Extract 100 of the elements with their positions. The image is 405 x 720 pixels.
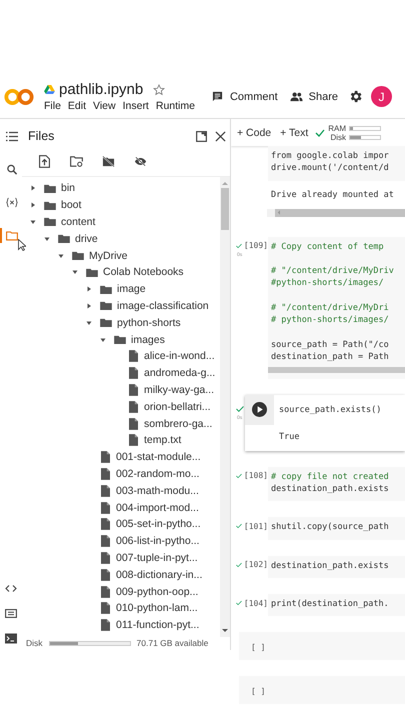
file-tree-name[interactable]: 004-import-mod... [116,502,199,514]
add-code-button[interactable]: + Code [233,126,276,138]
horizontal-scrollbar[interactable] [268,366,405,373]
expand-arrow-icon[interactable] [30,202,36,208]
scroll-down-arrow-icon[interactable] [222,629,228,633]
file-tree-name[interactable]: 003-math-modu... [116,484,199,497]
people-icon[interactable] [290,91,303,102]
user-avatar[interactable]: J [371,86,392,107]
file-tree-name[interactable]: bin [61,182,76,194]
file-tree-name[interactable]: andromeda-g... [144,367,216,380]
file-tree-name[interactable]: 007-tuple-in-pyt... [116,552,198,564]
file-tree-name[interactable]: images [131,334,165,346]
folder-icon [44,184,56,193]
search-icon[interactable] [6,164,18,175]
scrollbar-thumb[interactable] [221,188,229,230]
refresh-folder-icon[interactable] [70,155,83,168]
terminal-icon[interactable] [5,633,17,644]
folder-icon [58,234,70,244]
menu-item[interactable]: Edit [68,100,86,112]
file-tree-name[interactable]: drive [75,232,98,245]
upload-icon[interactable] [38,155,51,168]
file-tree-name[interactable]: python-shorts [117,316,181,329]
expand-arrow-icon[interactable] [86,320,92,326]
file-icon [129,400,138,413]
share-button[interactable]: Share [288,90,340,102]
file-tree-name[interactable]: 008-dictionary-in... [116,568,202,581]
expand-arrow-icon[interactable] [30,218,36,225]
expand-arrow-icon[interactable] [100,336,106,343]
file-icon [129,434,138,446]
new-window-icon[interactable] [196,130,207,142]
resources-meter[interactable]: RAM Disk [328,124,382,142]
code-line: shutil.copy(source_path [271,521,390,534]
menu-item[interactable]: File [44,100,61,112]
execution-count: [109] [244,241,268,250]
code-icon[interactable] [5,583,17,594]
file-tree-name[interactable]: temp.txt [144,434,182,446]
code-line: source_path = Path("/co [271,338,390,352]
file-tree-name[interactable]: orion-bellatri... [144,400,211,413]
execution-count: [108] [244,471,268,480]
drive-icon [44,85,55,94]
execution-count: [102] [244,560,268,570]
table-of-contents-icon[interactable] [6,131,18,142]
code-line: # copy file not created [271,470,390,484]
file-tree-name[interactable]: milky-way-ga... [144,384,214,396]
settings-icon[interactable] [348,89,364,104]
file-tree-name[interactable]: 010-python-lam... [116,602,198,614]
drive-off-icon[interactable] [102,155,115,168]
code-line: from google.colab impor [271,150,390,162]
file-tree-name[interactable]: alice-in-wond... [144,350,215,362]
expand-arrow-icon[interactable] [58,252,64,259]
file-tree-name[interactable]: 002-random-mo... [116,468,200,480]
code-line: # "/content/drive/MyDri [271,302,390,314]
file-tree-name[interactable]: image-classification [117,300,209,312]
execution-count: [ ] [251,686,266,696]
file-icon [129,350,138,362]
cell-output: True [279,430,300,443]
run-button-icon[interactable] [252,402,267,418]
keyboard-icon[interactable] [5,608,17,619]
expand-arrow-icon[interactable] [44,236,50,242]
menu-item[interactable]: View [93,100,116,112]
file-tree-name[interactable]: 005-set-in-pytho... [116,518,201,530]
scrollbar[interactable] [220,177,230,637]
variables-icon[interactable] [6,197,18,208]
file-tree-name[interactable]: 009-python-oop... [116,586,198,598]
file-tree-name[interactable]: Colab Notebooks [103,266,184,278]
expand-arrow-icon[interactable] [86,302,92,309]
file-tree-name[interactable]: MyDrive [89,250,128,262]
horizontal-scrollbar[interactable] [267,208,405,217]
comment-icon[interactable] [210,91,224,102]
file-tree-name[interactable]: boot [61,199,82,212]
file-tree-name[interactable]: 001-stat-module... [116,451,201,464]
expand-arrow-icon[interactable] [30,185,36,192]
file-icon [101,552,110,564]
file-icon [129,384,138,396]
close-icon[interactable] [215,130,226,142]
file-tree-name[interactable]: sombrero-ga... [144,418,212,430]
file-icon [101,535,110,548]
code-line: source_path.exists() [279,404,382,416]
check-icon [236,600,242,606]
file-tree-name[interactable]: content [61,216,96,228]
menu-item[interactable]: Runtime [156,100,195,112]
folder-icon [100,284,112,294]
folder-icon [100,301,112,310]
file-icon [101,602,110,614]
menu-item[interactable]: Insert [122,100,149,112]
file-tree-name[interactable]: 011-function-pyt... [116,619,200,632]
star-icon[interactable] [153,84,166,96]
file-tree-name[interactable]: image [117,283,146,296]
code-line: # Copy content of temp [271,240,385,253]
folder-icon [100,318,112,328]
expand-arrow-icon[interactable] [86,286,92,292]
notebook-title[interactable]: pathlib.ipynb [59,81,144,98]
add-text-button[interactable]: + Text [276,126,312,138]
file-icon [101,502,110,514]
eye-off-icon[interactable] [134,155,147,168]
folder-icon[interactable] [6,230,18,241]
expand-arrow-icon[interactable] [72,269,78,276]
file-tree-name[interactable]: 006-list-in-pytho... [116,535,200,548]
disk-label: Disk [330,132,346,142]
comment-button[interactable]: Comment [208,90,280,102]
